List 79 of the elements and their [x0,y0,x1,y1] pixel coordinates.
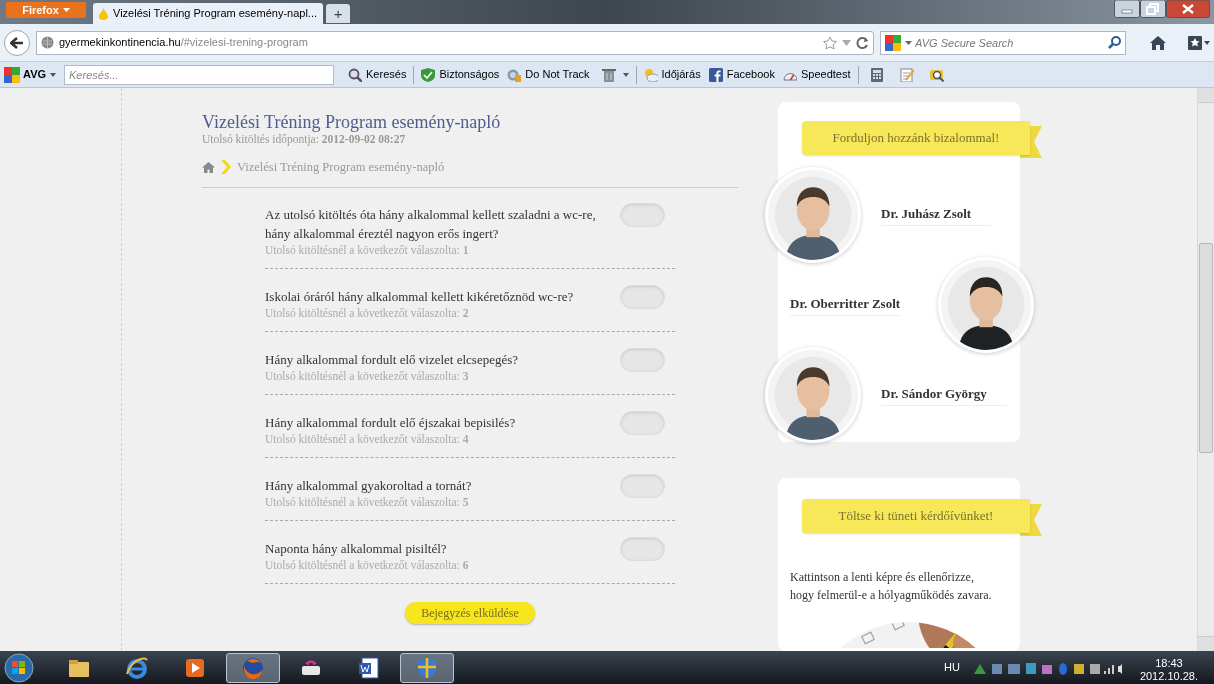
toolbar-button[interactable]: Időjárás [641,64,703,85]
doctor-name[interactable]: Dr. Sándor György [881,383,1007,407]
address-field[interactable]: gyermekinkontinencia.hu/#vizelesi-trening-program [36,30,874,55]
taskbar-app-button[interactable] [400,652,454,683]
back-button[interactable] [4,29,30,56]
answer-field[interactable] [620,411,665,435]
caret-icon [905,40,912,45]
submit-button[interactable]: Bejegyzés elküldése [405,602,535,624]
shield-icon [415,655,439,680]
previous-answer-text: Utolsó kitöltésnél a következőt válaszolta: 2 [265,306,470,320]
language-indicator[interactable]: HU [944,659,960,676]
chevron-icon [221,160,231,174]
breadcrumb-text: Vizelési Tréning Program esemény-napló [237,158,445,176]
question-text: Naponta hány alkalommal pisiltél? [265,540,448,558]
eye-icon [507,67,522,82]
answer-field[interactable] [620,285,665,309]
search-icon [348,67,363,82]
toolbar-button[interactable]: Keresés [346,64,409,85]
last-filled-text: Utolsó kitöltés időpontja: 2012-09-02 08:27 [202,132,407,146]
trash-icon[interactable] [601,67,616,82]
ribbon-banner: Töltse ki tüneti kérdőívünket! [802,499,1030,533]
reload-icon[interactable] [856,36,869,49]
question-text: Hány alkalommal fordult elő éjszakai bepisilés? [265,414,517,432]
previous-answer-text: Utolsó kitöltésnél a következőt válaszolta: 3 [265,369,470,383]
globe-icon [41,36,54,49]
scrollbar[interactable] [1197,88,1214,651]
avg-logo-icon [885,34,901,51]
answer-field[interactable] [620,474,665,498]
close-icon[interactable] [1166,0,1210,18]
survey-text: Kattintson a lenti képre és ellenőrizze, hogy felmerül-e a hólyagműködés zavara. [789,569,993,604]
minimize-icon[interactable] [1114,0,1140,18]
question-text: Hány alkalommal fordult elő vizelet elcsepegés? [265,351,520,369]
doctor-name[interactable]: Dr. Juhász Zsolt [881,203,992,227]
toolbar-search-field[interactable]: Keresés... [64,64,335,85]
doctor-name[interactable]: Dr. Oberritter Zsolt [790,293,901,317]
browser-e-icon [125,655,149,680]
magnifier-icon[interactable] [929,67,944,82]
shield-icon [421,67,436,82]
avg-menu-button[interactable]: AVG [4,66,47,83]
drop-icon [99,7,108,20]
previous-answer-text: Utolsó kitöltésnél a következőt válaszolta: 6 [265,558,470,572]
toolbar-button[interactable]: Speedtest [780,64,853,85]
previous-answer-text: Utolsó kitöltésnél a következőt válaszolta: 1 [265,243,470,257]
toolbar-button[interactable]: Facebook [706,64,777,85]
bookmarks-icon[interactable] [1188,35,1210,50]
browser-tab[interactable]: Vizelési Tréning Program esemény-napl... [93,3,323,24]
star-icon[interactable] [823,36,837,49]
clock-date[interactable]: 2012.10.28. [1139,669,1198,683]
search-icon[interactable] [1108,35,1121,49]
toolbar-button[interactable]: Biztonságos [419,64,502,85]
back-arrow-icon [10,36,24,49]
taskbar-app-button[interactable] [226,652,280,683]
document-w-icon [357,655,381,680]
start-button-icon[interactable] [4,652,34,683]
avg-logo-icon [4,66,20,83]
toolbar-button[interactable]: Do Not Track [505,64,592,85]
previous-answer-text: Utolsó kitöltésnél a következőt válaszolta: 5 [265,495,470,509]
question-text: Hány alkalommal gyakoroltad a tornát? [265,477,473,495]
page-title: Vizelési Tréning Program esemény-napló [202,112,502,132]
caret-icon[interactable] [50,72,57,77]
previous-answer-text: Utolsó kitöltésnél a következőt válaszolta: 4 [265,432,470,446]
answer-field[interactable] [620,348,665,372]
search-field[interactable]: AVG Secure Search [880,30,1126,55]
fox-globe-icon [241,655,265,680]
restore-icon[interactable] [1140,0,1166,18]
new-tab-button[interactable]: + [326,4,350,23]
calculator-icon[interactable] [869,67,884,82]
url-text: gyermekinkontinencia.hu/#vizelesi-trening-program [59,35,308,51]
weather-icon [643,67,658,82]
answer-field[interactable] [620,537,665,561]
question-text: Iskolai óráról hány alkalommal kellett kikéretőznöd wc-re? [265,288,575,306]
caret-icon [62,8,70,12]
facebook-icon [708,67,723,82]
caret-icon[interactable] [622,72,629,77]
question-text: Az utolsó kitöltés óta hány alkalommal kellett szaladni a wc-re, hány alkalommal éreztél nagyon erős ingert? [265,206,597,243]
home-icon[interactable] [1150,35,1166,50]
ribbon-banner: Forduljon hozzánk bizalommal! [802,121,1030,155]
answer-field[interactable] [620,203,665,227]
clock-time[interactable]: 18:43 [1155,656,1183,670]
